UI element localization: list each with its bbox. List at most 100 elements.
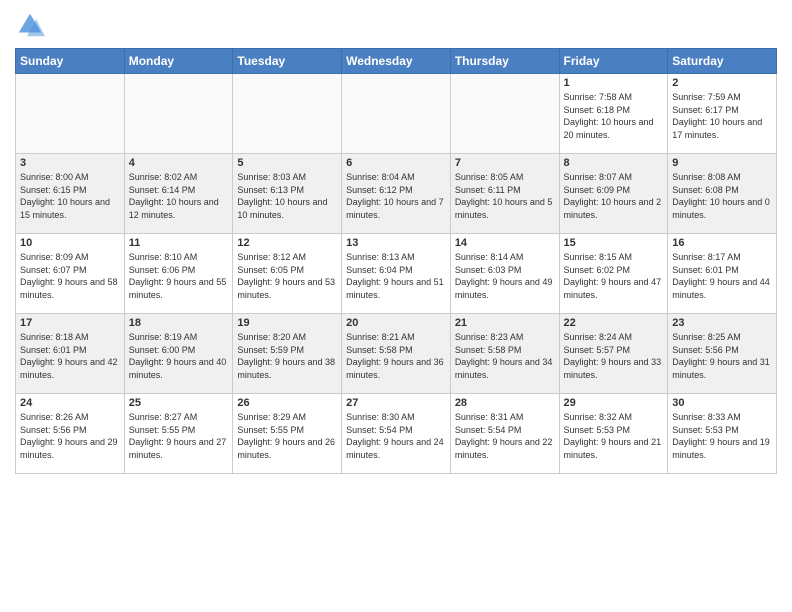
day-number: 30: [672, 397, 772, 409]
day-number: 23: [672, 317, 772, 329]
day-info: Sunrise: 8:33 AM Sunset: 5:53 PM Dayligh…: [672, 411, 772, 461]
calendar-table: SundayMondayTuesdayWednesdayThursdayFrid…: [15, 48, 777, 474]
day-number: 7: [455, 157, 555, 169]
day-info: Sunrise: 8:00 AM Sunset: 6:15 PM Dayligh…: [20, 171, 120, 221]
day-number: 11: [129, 237, 229, 249]
day-number: 2: [672, 77, 772, 89]
calendar-cell: 15 Sunrise: 8:15 AM Sunset: 6:02 PM Dayli…: [559, 234, 668, 314]
logo-icon: [15, 10, 45, 40]
day-info: Sunrise: 8:13 AM Sunset: 6:04 PM Dayligh…: [346, 251, 446, 301]
calendar-cell: 23 Sunrise: 8:25 AM Sunset: 5:56 PM Dayli…: [668, 314, 777, 394]
calendar-week-3: 17 Sunrise: 8:18 AM Sunset: 6:01 PM Dayli…: [16, 314, 777, 394]
calendar-cell: 21 Sunrise: 8:23 AM Sunset: 5:58 PM Dayli…: [450, 314, 559, 394]
calendar-cell: 5 Sunrise: 8:03 AM Sunset: 6:13 PM Daylig…: [233, 154, 342, 234]
day-number: 19: [237, 317, 337, 329]
day-number: 22: [564, 317, 664, 329]
day-info: Sunrise: 8:24 AM Sunset: 5:57 PM Dayligh…: [564, 331, 664, 381]
col-header-friday: Friday: [559, 49, 668, 74]
col-header-wednesday: Wednesday: [342, 49, 451, 74]
day-info: Sunrise: 8:09 AM Sunset: 6:07 PM Dayligh…: [20, 251, 120, 301]
day-info: Sunrise: 8:02 AM Sunset: 6:14 PM Dayligh…: [129, 171, 229, 221]
day-info: Sunrise: 8:31 AM Sunset: 5:54 PM Dayligh…: [455, 411, 555, 461]
day-number: 18: [129, 317, 229, 329]
calendar-week-0: 1 Sunrise: 7:58 AM Sunset: 6:18 PM Daylig…: [16, 74, 777, 154]
header: [15, 10, 777, 40]
day-number: 14: [455, 237, 555, 249]
day-number: 10: [20, 237, 120, 249]
day-number: 16: [672, 237, 772, 249]
day-number: 5: [237, 157, 337, 169]
day-number: 21: [455, 317, 555, 329]
calendar-cell: 16Sunrise: 8:17 AM Sunset: 6:01 PM Dayli…: [668, 234, 777, 314]
calendar-cell: 11 Sunrise: 8:10 AM Sunset: 6:06 PM Dayli…: [124, 234, 233, 314]
calendar-cell: 24 Sunrise: 8:26 AM Sunset: 5:56 PM Dayli…: [16, 394, 125, 474]
day-info: Sunrise: 8:05 AM Sunset: 6:11 PM Dayligh…: [455, 171, 555, 221]
day-info: Sunrise: 8:10 AM Sunset: 6:06 PM Dayligh…: [129, 251, 229, 301]
col-header-saturday: Saturday: [668, 49, 777, 74]
calendar-header-row: SundayMondayTuesdayWednesdayThursdayFrid…: [16, 49, 777, 74]
day-info: Sunrise: 8:23 AM Sunset: 5:58 PM Dayligh…: [455, 331, 555, 381]
calendar-cell: 29 Sunrise: 8:32 AM Sunset: 5:53 PM Dayli…: [559, 394, 668, 474]
calendar-week-1: 3 Sunrise: 8:00 AM Sunset: 6:15 PM Daylig…: [16, 154, 777, 234]
col-header-monday: Monday: [124, 49, 233, 74]
calendar-cell: [342, 74, 451, 154]
day-number: 27: [346, 397, 446, 409]
day-number: 1: [564, 77, 664, 89]
calendar-cell: [124, 74, 233, 154]
day-info: Sunrise: 8:26 AM Sunset: 5:56 PM Dayligh…: [20, 411, 120, 461]
day-info: Sunrise: 7:58 AM Sunset: 6:18 PM Dayligh…: [564, 91, 664, 141]
day-info: Sunrise: 8:08 AM Sunset: 6:08 PM Dayligh…: [672, 171, 772, 221]
calendar-week-4: 24 Sunrise: 8:26 AM Sunset: 5:56 PM Dayli…: [16, 394, 777, 474]
calendar-cell: 2 Sunrise: 7:59 AM Sunset: 6:17 PM Daylig…: [668, 74, 777, 154]
calendar-cell: 10 Sunrise: 8:09 AM Sunset: 6:07 PM Dayli…: [16, 234, 125, 314]
day-info: Sunrise: 8:32 AM Sunset: 5:53 PM Dayligh…: [564, 411, 664, 461]
day-number: 6: [346, 157, 446, 169]
calendar-cell: 20 Sunrise: 8:21 AM Sunset: 5:58 PM Dayli…: [342, 314, 451, 394]
day-info: Sunrise: 8:12 AM Sunset: 6:05 PM Dayligh…: [237, 251, 337, 301]
calendar-cell: 27 Sunrise: 8:30 AM Sunset: 5:54 PM Dayli…: [342, 394, 451, 474]
day-info: Sunrise: 8:14 AM Sunset: 6:03 PM Dayligh…: [455, 251, 555, 301]
calendar-cell: 13 Sunrise: 8:13 AM Sunset: 6:04 PM Dayli…: [342, 234, 451, 314]
day-info: Sunrise: 8:15 AM Sunset: 6:02 PM Dayligh…: [564, 251, 664, 301]
calendar-cell: 19 Sunrise: 8:20 AM Sunset: 5:59 PM Dayli…: [233, 314, 342, 394]
col-header-sunday: Sunday: [16, 49, 125, 74]
calendar-cell: 9 Sunrise: 8:08 AM Sunset: 6:08 PM Daylig…: [668, 154, 777, 234]
calendar-cell: 25 Sunrise: 8:27 AM Sunset: 5:55 PM Dayli…: [124, 394, 233, 474]
day-info: Sunrise: 8:18 AM Sunset: 6:01 PM Dayligh…: [20, 331, 120, 381]
calendar-cell: 7 Sunrise: 8:05 AM Sunset: 6:11 PM Daylig…: [450, 154, 559, 234]
calendar-cell: 17 Sunrise: 8:18 AM Sunset: 6:01 PM Dayli…: [16, 314, 125, 394]
day-info: Sunrise: 8:30 AM Sunset: 5:54 PM Dayligh…: [346, 411, 446, 461]
day-number: 15: [564, 237, 664, 249]
calendar-cell: 26Sunrise: 8:29 AM Sunset: 5:55 PM Dayli…: [233, 394, 342, 474]
day-number: 25: [129, 397, 229, 409]
day-number: 20: [346, 317, 446, 329]
calendar-cell: 1 Sunrise: 7:58 AM Sunset: 6:18 PM Daylig…: [559, 74, 668, 154]
day-info: Sunrise: 7:59 AM Sunset: 6:17 PM Dayligh…: [672, 91, 772, 141]
calendar-cell: 22 Sunrise: 8:24 AM Sunset: 5:57 PM Dayli…: [559, 314, 668, 394]
day-number: 13: [346, 237, 446, 249]
day-info: Sunrise: 8:20 AM Sunset: 5:59 PM Dayligh…: [237, 331, 337, 381]
calendar-cell: [450, 74, 559, 154]
calendar-cell: 3 Sunrise: 8:00 AM Sunset: 6:15 PM Daylig…: [16, 154, 125, 234]
day-info: Sunrise: 8:25 AM Sunset: 5:56 PM Dayligh…: [672, 331, 772, 381]
day-number: 29: [564, 397, 664, 409]
day-number: 9: [672, 157, 772, 169]
logo: [15, 10, 49, 40]
day-number: 26: [237, 397, 337, 409]
day-number: 12: [237, 237, 337, 249]
col-header-tuesday: Tuesday: [233, 49, 342, 74]
day-number: 17: [20, 317, 120, 329]
day-info: Sunrise: 8:03 AM Sunset: 6:13 PM Dayligh…: [237, 171, 337, 221]
day-number: 24: [20, 397, 120, 409]
day-info: Sunrise: 8:27 AM Sunset: 5:55 PM Dayligh…: [129, 411, 229, 461]
calendar-cell: 28Sunrise: 8:31 AM Sunset: 5:54 PM Dayli…: [450, 394, 559, 474]
calendar-cell: 8Sunrise: 8:07 AM Sunset: 6:09 PM Daylig…: [559, 154, 668, 234]
calendar-week-2: 10 Sunrise: 8:09 AM Sunset: 6:07 PM Dayli…: [16, 234, 777, 314]
day-number: 3: [20, 157, 120, 169]
day-info: Sunrise: 8:04 AM Sunset: 6:12 PM Dayligh…: [346, 171, 446, 221]
calendar-cell: 30 Sunrise: 8:33 AM Sunset: 5:53 PM Dayli…: [668, 394, 777, 474]
day-info: Sunrise: 8:21 AM Sunset: 5:58 PM Dayligh…: [346, 331, 446, 381]
calendar-cell: [233, 74, 342, 154]
calendar-cell: 4Sunrise: 8:02 AM Sunset: 6:14 PM Daylig…: [124, 154, 233, 234]
day-info: Sunrise: 8:19 AM Sunset: 6:00 PM Dayligh…: [129, 331, 229, 381]
